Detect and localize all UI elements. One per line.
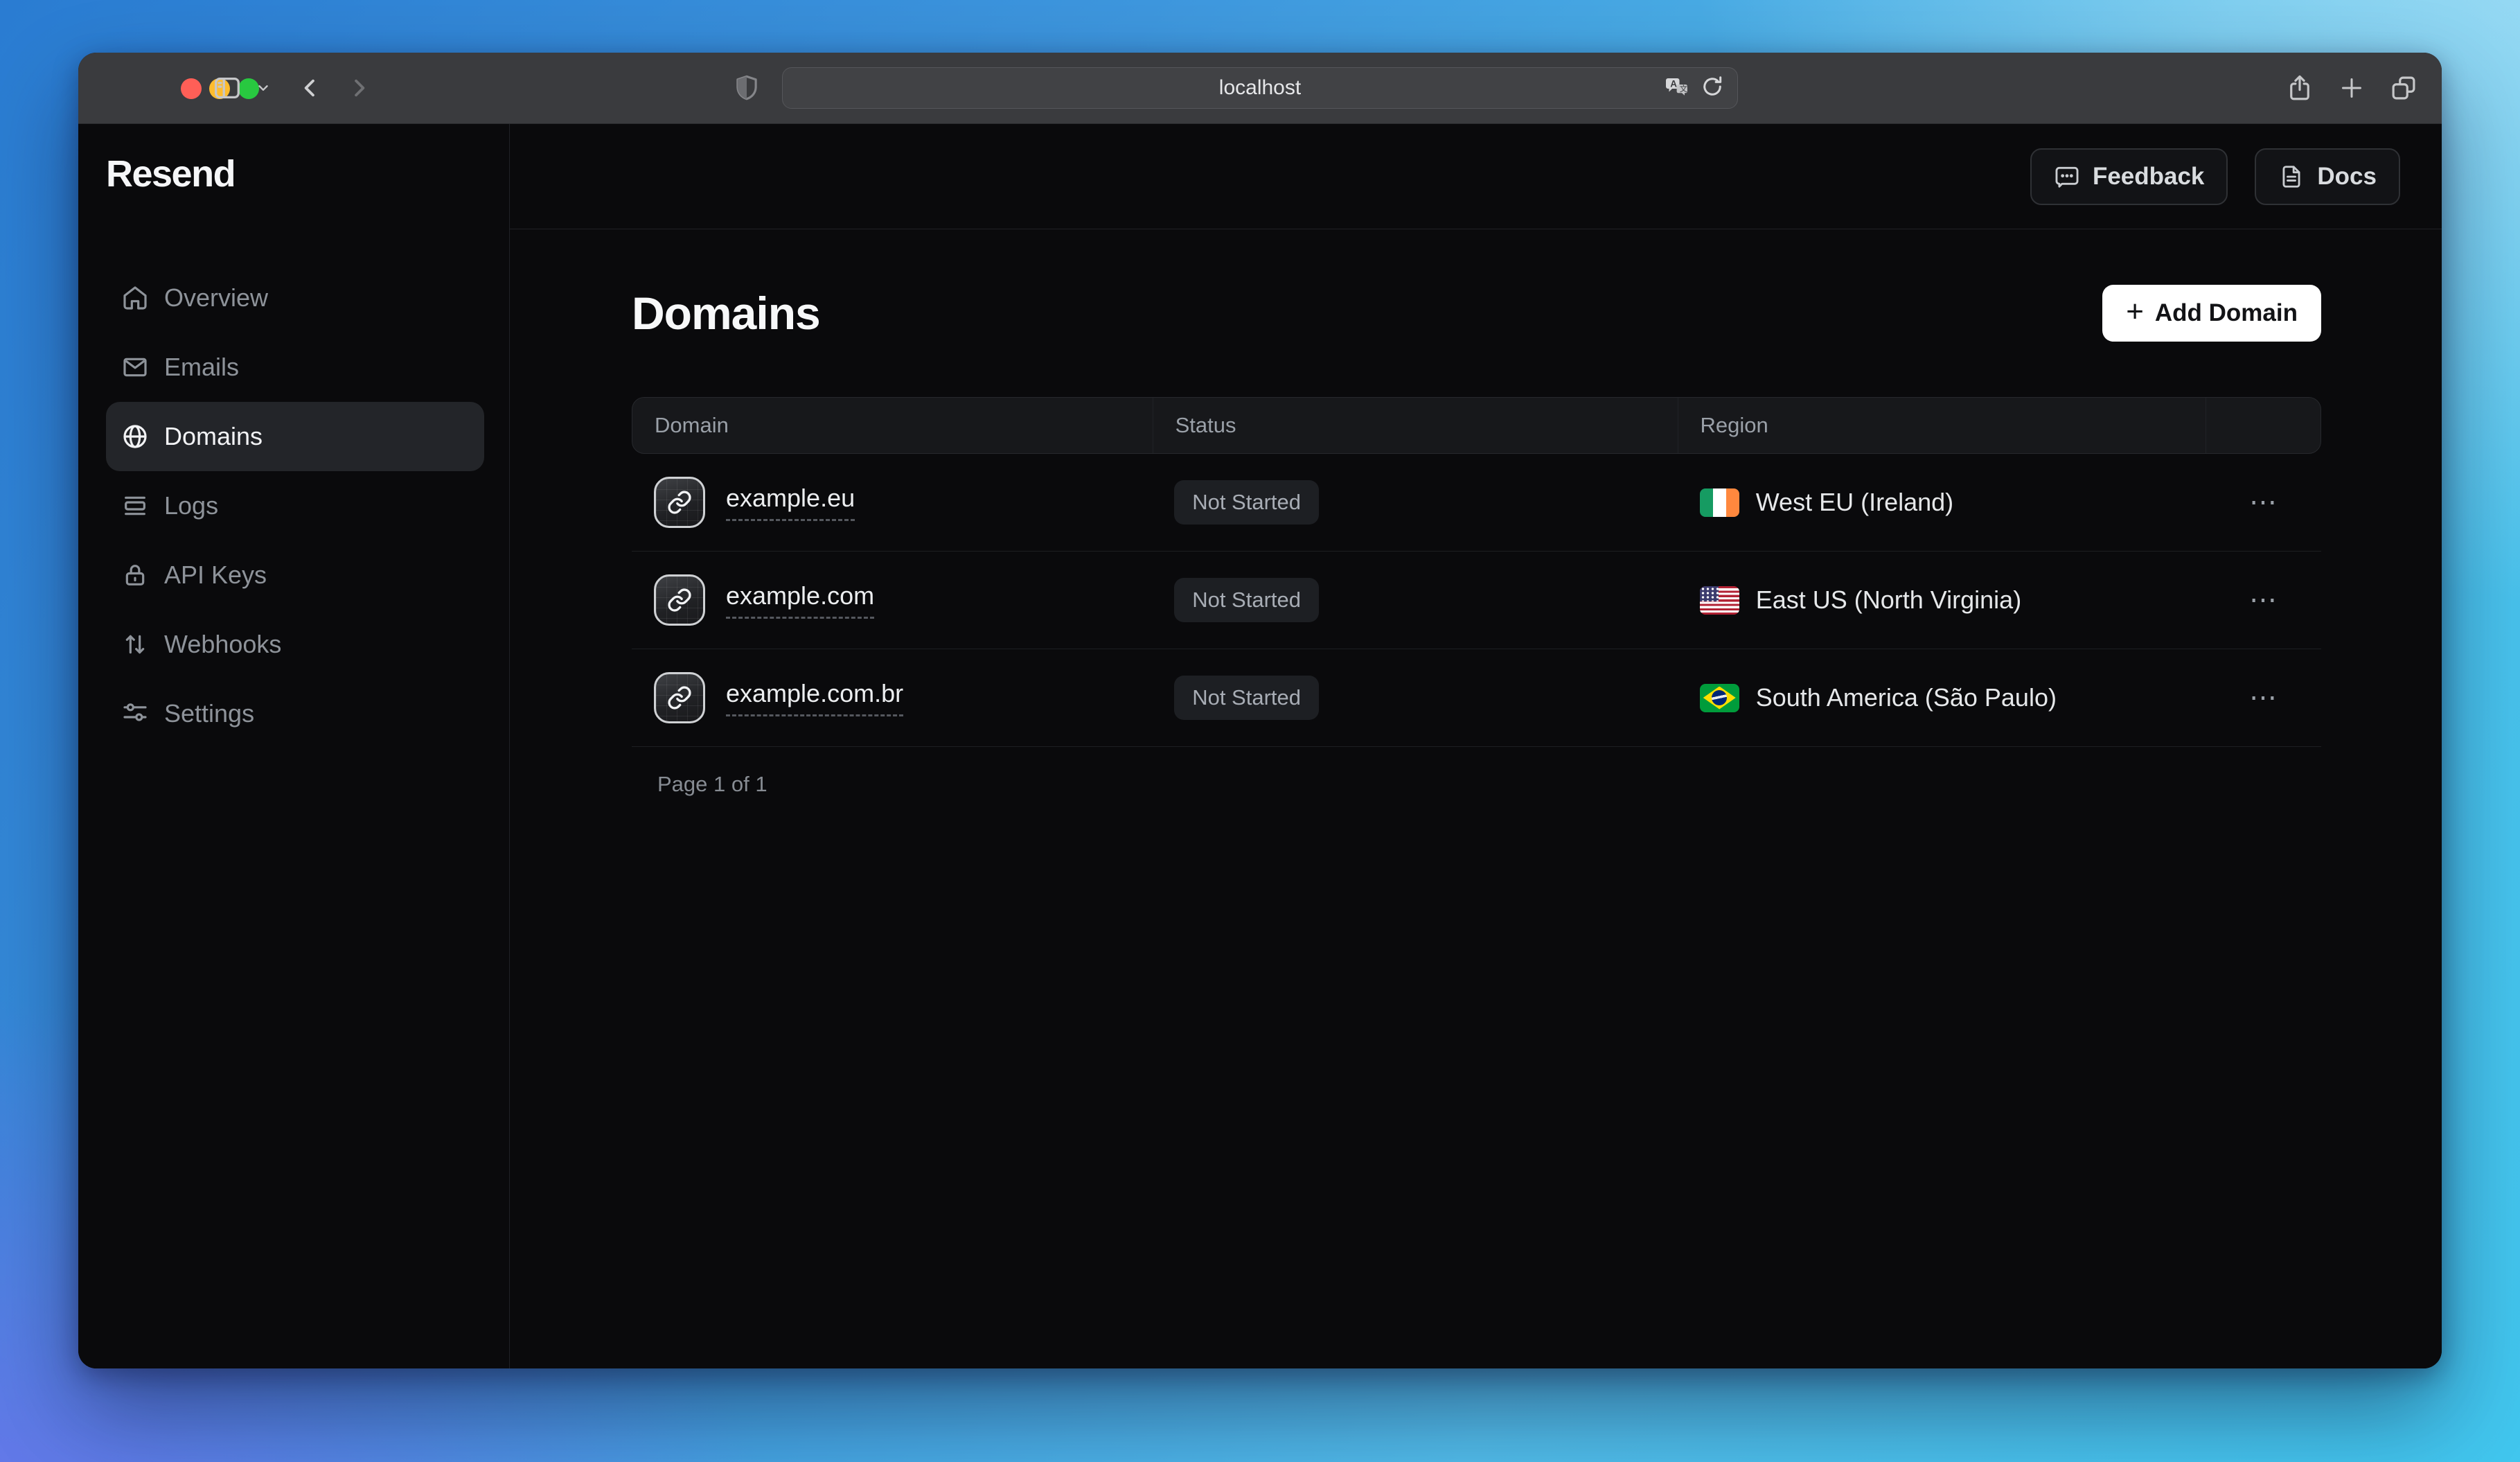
address-bar[interactable]: localhost A 文 [782,67,1738,109]
brazil-flag-icon [1700,684,1739,712]
browser-toolbar: localhost A 文 [78,53,2442,124]
domain-link-icon[interactable] [654,574,705,626]
sidebar-item-label: Logs [164,491,218,520]
home-icon [121,284,149,312]
usa-flag-icon [1700,586,1739,615]
table-row: example.eu Not Started West EU (Ireland)… [632,454,2321,552]
arrows-up-down-icon [121,631,149,658]
forward-button[interactable] [346,75,372,101]
feedback-button[interactable]: Feedback [2030,148,2228,205]
svg-text:文: 文 [1680,83,1687,93]
column-header-domain: Domain [632,398,1153,453]
sidebar-item-label: Webhooks [164,630,281,659]
sidebar: Resend Overview Em [78,124,510,1368]
add-domain-label: Add Domain [2155,299,2298,327]
top-header: Feedback Docs [510,124,2442,229]
chevron-down-icon[interactable] [256,80,271,96]
domain-link[interactable]: example.com.br [726,679,903,716]
back-button[interactable] [297,75,323,101]
table-row: example.com Not Started East US (North V… [632,552,2321,649]
main-area: Feedback Docs Domains + [510,124,2442,1368]
sidebar-item-settings[interactable]: Settings [106,679,484,748]
sidebar-item-label: Overview [164,283,268,312]
docs-button[interactable]: Docs [2255,148,2400,205]
domain-link-icon[interactable] [654,672,705,723]
lock-icon [121,561,149,589]
page-content: Domains + Add Domain Domain Status Regio… [510,229,2442,1368]
sidebar-item-emails[interactable]: Emails [106,333,484,402]
pagination-status: Page 1 of 1 [632,770,2321,798]
domain-link[interactable]: example.eu [726,484,855,521]
sliders-icon [121,700,149,728]
sidebar-item-label: Settings [164,699,254,728]
ireland-flag-icon [1700,488,1739,517]
add-domain-button[interactable]: + Add Domain [2102,285,2321,342]
sidebar-item-api-keys[interactable]: API Keys [106,540,484,610]
sidebar-item-label: Domains [164,422,263,451]
resend-logo: Resend [106,153,484,195]
browser-window: localhost A 文 [78,53,2442,1368]
sidebar-item-logs[interactable]: Logs [106,471,484,540]
feedback-label: Feedback [2093,163,2204,191]
region-label: East US (North Virginia) [1756,585,2021,615]
column-header-actions [2206,398,2321,453]
sidebar-item-domains[interactable]: Domains [106,402,484,471]
share-icon[interactable] [2285,73,2314,103]
sidebar-item-webhooks[interactable]: Webhooks [106,610,484,679]
url-text: localhost [1219,76,1301,100]
row-actions-button[interactable]: ⋯ [2206,684,2321,712]
sidebar-nav: Overview Emails [106,263,484,748]
status-badge: Not Started [1174,676,1319,720]
sidebar-item-label: Emails [164,353,239,382]
tab-overview-icon[interactable] [2389,73,2418,103]
column-header-region: Region [1678,398,2206,453]
row-actions-button[interactable]: ⋯ [2206,586,2321,614]
table-header: Domain Status Region [632,397,2321,454]
reload-icon[interactable] [1700,74,1725,103]
sidebar-toggle-icon[interactable] [211,72,243,104]
new-tab-icon[interactable] [2338,74,2366,102]
mail-icon [121,353,149,381]
app-root: Resend Overview Em [78,124,2442,1368]
domain-link[interactable]: example.com [726,581,874,619]
feedback-bubble-icon [2054,164,2080,190]
domain-link-icon[interactable] [654,477,705,528]
table-row: example.com.br Not Started South America… [632,649,2321,747]
column-header-status: Status [1153,398,1678,453]
plus-icon: + [2126,297,2144,327]
sidebar-item-label: API Keys [164,561,267,590]
globe-icon [121,423,149,450]
svg-text:A: A [1670,78,1677,89]
sidebar-item-overview[interactable]: Overview [106,263,484,333]
page-title: Domains [632,285,820,342]
translate-icon[interactable]: A 文 [1664,74,1689,103]
docs-label: Docs [2317,163,2377,191]
status-badge: Not Started [1174,480,1319,525]
privacy-shield-icon[interactable] [732,73,761,103]
region-label: South America (São Paulo) [1756,683,2057,712]
document-icon [2278,164,2305,190]
logs-icon [121,492,149,520]
row-actions-button[interactable]: ⋯ [2206,488,2321,516]
region-label: West EU (Ireland) [1756,488,1953,517]
close-window-button[interactable] [181,78,202,99]
status-badge: Not Started [1174,578,1319,622]
